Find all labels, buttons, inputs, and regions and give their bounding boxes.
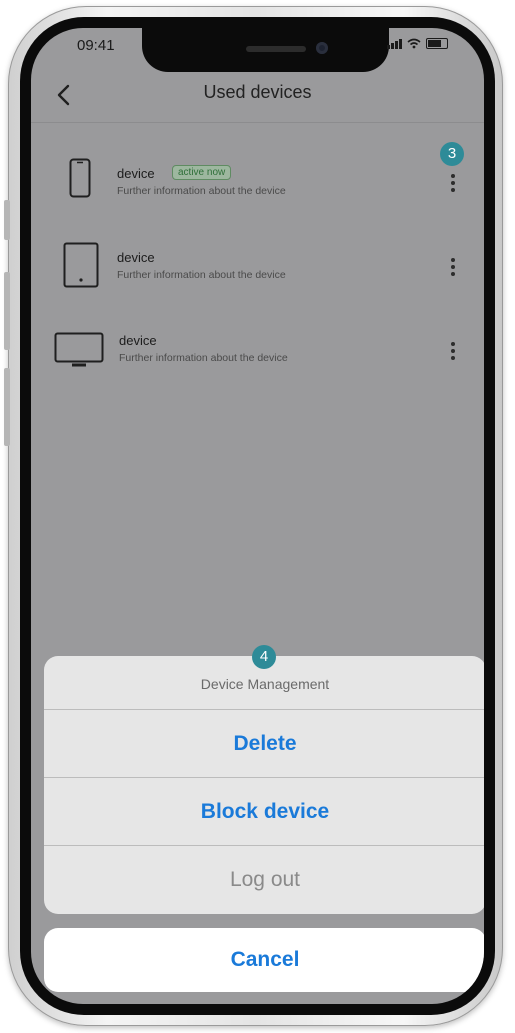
volume-down-button [4,368,10,446]
device-name: device [117,250,155,265]
smartphone-icon [69,158,91,198]
active-now-badge: active now [172,165,232,180]
screen: 09:41 Used devices device active now Fur… [31,28,484,1004]
notch [142,28,389,72]
volume-up-button [4,272,10,350]
block-device-button[interactable]: Block device [44,777,484,846]
speaker [246,46,306,52]
status-time: 09:41 [77,37,115,54]
delete-button[interactable]: Delete [44,709,484,778]
device-list-item[interactable]: device Further information about the dev… [31,234,484,304]
step-marker-badge: 4 [252,645,276,669]
action-sheet: Device Management Delete Block device Lo… [44,656,484,914]
camera [316,42,328,54]
more-options-icon[interactable] [448,338,458,364]
signal-icon [387,38,402,49]
wifi-icon [407,38,421,49]
more-options-icon[interactable] [448,254,458,280]
device-name: device [117,166,155,181]
device-list-item[interactable]: device Further information about the dev… [31,318,484,388]
device-description: Further information about the device [119,352,288,364]
page-title: Used devices [203,82,312,102]
monitor-icon [54,332,104,367]
device-name: device [119,333,157,348]
status-icons [387,38,448,49]
more-options-icon[interactable] [448,170,458,196]
tablet-icon [63,242,99,288]
device-list-item[interactable]: device active now Further information ab… [31,142,484,220]
log-out-button[interactable]: Log out [44,845,484,914]
device-description: Further information about the device [117,185,286,197]
battery-icon [426,38,448,49]
nav-header: Used devices [31,72,484,123]
device-description: Further information about the device [117,269,286,281]
cancel-button[interactable]: Cancel [44,928,484,992]
step-marker-badge: 3 [440,142,464,166]
mute-switch [4,200,10,240]
